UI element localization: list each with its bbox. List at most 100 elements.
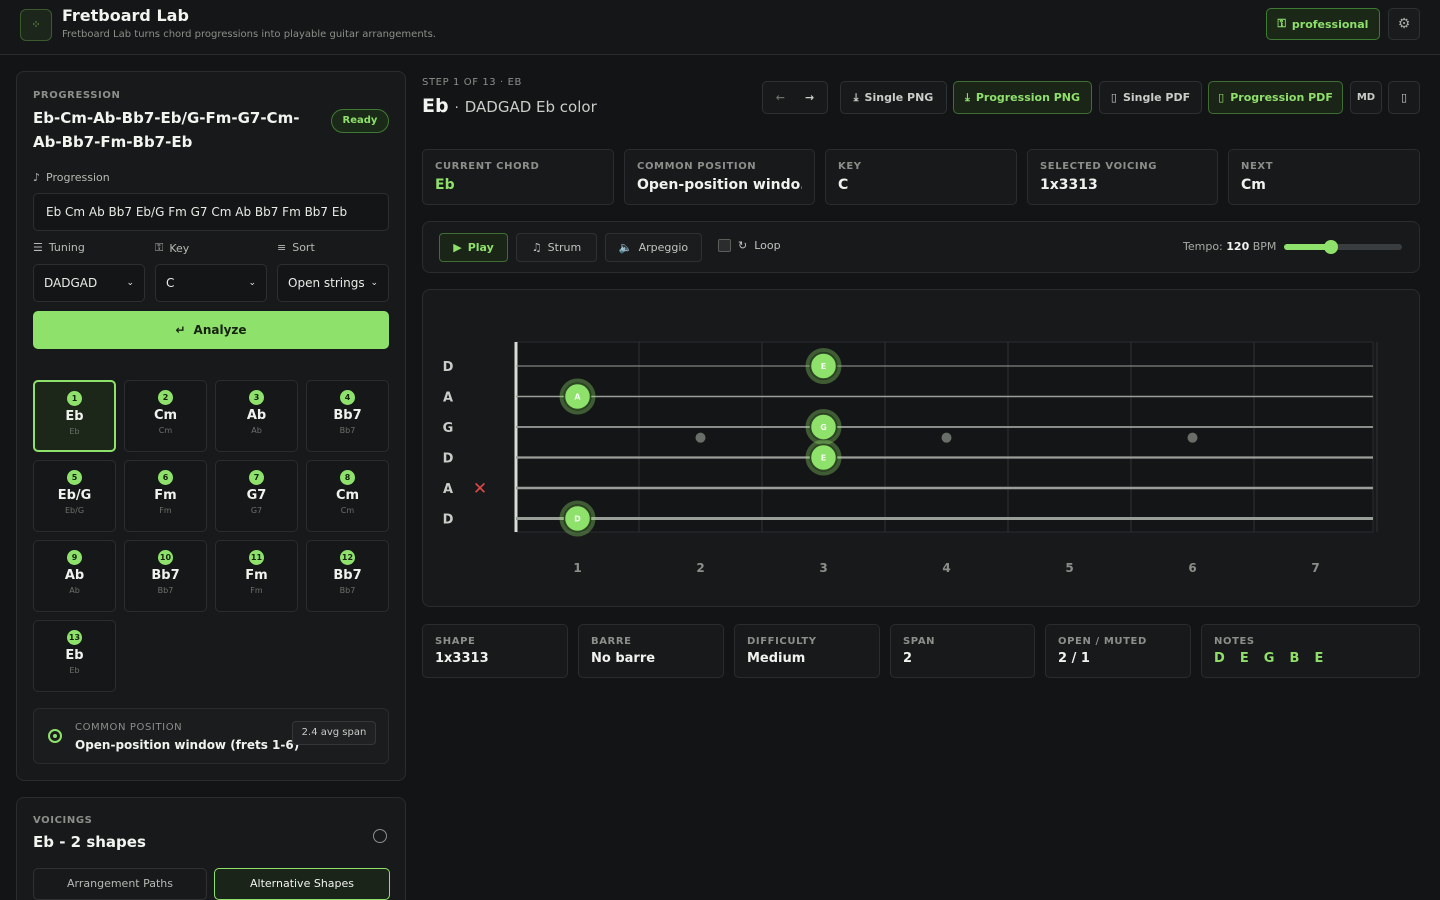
chevron-down-icon: ⌄	[248, 278, 256, 288]
app-logo-icon: ⁘	[20, 9, 52, 41]
chord-card-name: Bb7	[333, 568, 362, 583]
analyze-button[interactable]: ↵ Analyze	[33, 311, 389, 349]
download-icon: ⤓	[964, 90, 970, 104]
plan-label: professional	[1291, 17, 1369, 31]
tab-alternative-shapes[interactable]: Alternative Shapes	[214, 868, 390, 900]
arrow-left-icon[interactable]: ←	[776, 91, 785, 104]
progression-pdf-button[interactable]: ▯ Progression PDF	[1208, 81, 1343, 114]
fret-inlay	[941, 432, 952, 443]
fret-number: 5	[1065, 561, 1073, 575]
chord-card-sub: Bb7	[157, 586, 174, 595]
tuning-select[interactable]: DADGAD ⌄	[33, 264, 145, 302]
chord-step-number: 4	[340, 390, 355, 405]
stat-card: KEY C	[825, 149, 1017, 205]
fret-number: 4	[942, 561, 950, 575]
play-button[interactable]: ▶ Play	[439, 233, 508, 262]
chord-card[interactable]: 10 Bb7 Bb7	[124, 540, 207, 612]
chord-card-sub: Bb7	[339, 426, 356, 435]
chord-card-name: Cm	[153, 408, 178, 423]
chord-step-number: 7	[249, 470, 264, 485]
filter-icon: ≡	[277, 241, 287, 254]
chord-card[interactable]: 7 G7 G7	[215, 460, 298, 532]
markdown-button[interactable]: MD	[1350, 81, 1382, 114]
loop-toggle[interactable]: ↻ Loop	[718, 239, 781, 252]
chord-card[interactable]: 2 Cm Cm	[124, 380, 207, 452]
single-pdf-button[interactable]: ▯ Single PDF	[1099, 81, 1202, 114]
chord-step-number: 12	[340, 550, 355, 565]
key-select[interactable]: C ⌄	[155, 264, 267, 302]
export-file-button[interactable]: ▯	[1388, 81, 1420, 114]
chord-heading-subtitle: DADGAD Eb color	[464, 98, 597, 116]
chord-card[interactable]: 12 Bb7 Bb7	[306, 540, 389, 612]
chord-heading: Eb · DADGAD Eb color	[422, 95, 597, 117]
chord-card[interactable]: 5 Eb/G Eb/G	[33, 460, 116, 532]
arpeggio-button[interactable]: 🔈 Arpeggio	[605, 233, 702, 262]
tab-arrangement-paths[interactable]: Arrangement Paths	[33, 868, 207, 900]
speaker-icon: 🔈	[618, 241, 633, 254]
chord-card-name: Fm	[245, 568, 268, 583]
chord-card-sub: G7	[250, 506, 263, 515]
shape-stat-label: BARRE	[591, 636, 632, 647]
note-label: E	[821, 362, 826, 371]
chord-card-sub: Bb7	[339, 586, 356, 595]
chord-card-name: Bb7	[333, 408, 362, 423]
chord-step-number: 8	[340, 470, 355, 485]
top-bar: ⁘ Fretboard Lab Fretboard Lab turns chor…	[0, 0, 1440, 55]
note-label: G	[820, 423, 827, 432]
sort-label: ≡ Sort	[277, 241, 315, 254]
chord-card[interactable]: 11 Fm Fm	[215, 540, 298, 612]
chord-card-sub: Ab	[251, 426, 262, 435]
stat-card: COMMON POSITION Open-position windo...	[624, 149, 815, 205]
gauge-icon	[373, 829, 387, 843]
progression-panel: PROGRESSION Eb-Cm-Ab-Bb7-Eb/G-Fm-G7-Cm-A…	[16, 71, 406, 781]
fret-number: 2	[696, 561, 704, 575]
stat-value: 1x3313	[1040, 177, 1098, 193]
string-label: D	[443, 360, 454, 375]
stat-label: SELECTED VOICING	[1040, 161, 1158, 172]
chord-card-name: Eb	[65, 409, 84, 424]
chevron-down-icon: ⌄	[126, 278, 134, 288]
chord-card-sub: Ab	[69, 586, 80, 595]
progression-png-button[interactable]: ⤓ Progression PNG	[953, 81, 1092, 114]
app-subtitle: Fretboard Lab turns chord progressions i…	[62, 29, 436, 40]
chord-card[interactable]: 6 Fm Fm	[124, 460, 207, 532]
sort-select[interactable]: Open strings ⌄	[277, 264, 389, 302]
chord-card[interactable]: 8 Cm Cm	[306, 460, 389, 532]
status-badge: Ready	[331, 109, 389, 133]
string-label: A	[443, 391, 453, 406]
file-icon: ▯	[1400, 91, 1408, 104]
tempo-readout: Tempo: 120 BPM	[1183, 240, 1277, 253]
chord-card-sub: Eb/G	[64, 506, 85, 515]
chord-card-name: Fm	[154, 488, 177, 503]
chord-card-name: G7	[246, 488, 267, 503]
arrow-right-icon[interactable]: →	[805, 91, 814, 104]
chord-card-name: Eb/G	[57, 488, 92, 503]
target-icon	[48, 729, 62, 743]
chord-card[interactable]: 3 Ab Ab	[215, 380, 298, 452]
stat-label: CURRENT CHORD	[435, 161, 540, 172]
chevron-down-icon: ⌄	[370, 278, 378, 288]
music-note-icon: ♪	[33, 171, 41, 184]
shape-stat-value: Medium	[747, 651, 806, 666]
strum-button[interactable]: ♫ Strum	[516, 233, 597, 262]
chord-step-number: 10	[158, 550, 173, 565]
shape-stat-label: DIFFICULTY	[747, 636, 817, 647]
chord-card[interactable]: 9 Ab Ab	[33, 540, 116, 612]
chord-card[interactable]: 13 Eb Eb	[33, 620, 116, 692]
progression-input[interactable]: Eb Cm Ab Bb7 Eb/G Fm G7 Cm Ab Bb7 Fm Bb7…	[33, 193, 389, 231]
settings-button[interactable]: ⚙	[1388, 8, 1420, 40]
plan-button[interactable]: ⚿ professional	[1266, 8, 1380, 40]
common-position-box: COMMON POSITION Open-position window (fr…	[33, 708, 389, 764]
stat-card: SELECTED VOICING 1x3313	[1027, 149, 1218, 205]
chord-card[interactable]: 1 Eb Eb	[33, 380, 116, 452]
chord-step-number: 5	[67, 470, 82, 485]
single-png-button[interactable]: ⤓ Single PNG	[840, 81, 947, 114]
chord-card[interactable]: 4 Bb7 Bb7	[306, 380, 389, 452]
play-icon: ▶	[453, 241, 462, 254]
stat-card: CURRENT CHORD Eb	[422, 149, 614, 205]
chord-step-number: 1	[67, 391, 82, 406]
voicings-label: VOICINGS	[33, 815, 93, 826]
loop-checkbox[interactable]	[718, 239, 731, 252]
tempo-slider[interactable]	[1284, 240, 1402, 254]
common-position-label: COMMON POSITION	[75, 722, 183, 733]
